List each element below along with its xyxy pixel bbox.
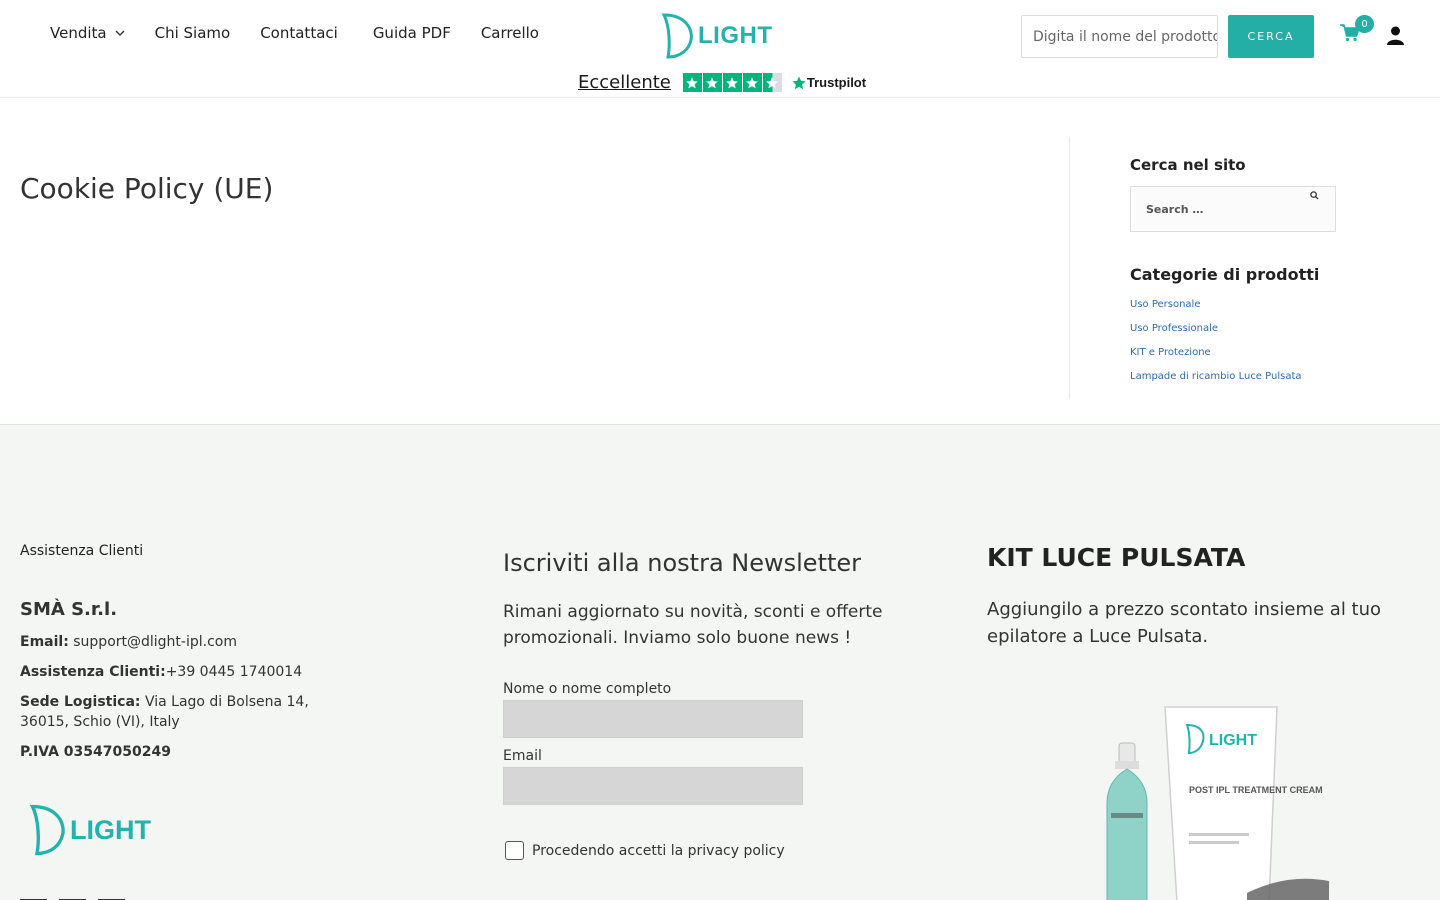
nav-chi-siamo[interactable]: Chi Siamo bbox=[155, 24, 231, 42]
sidebar-divider bbox=[1069, 137, 1070, 399]
chevron-down-icon bbox=[115, 30, 125, 36]
sidebar: Cerca nel sito Search … Categorie di pro… bbox=[1130, 156, 1340, 395]
name-field[interactable] bbox=[503, 700, 803, 738]
star-icon bbox=[702, 73, 722, 92]
address-label: Sede Logistica: bbox=[20, 694, 141, 710]
newsletter-column: Iscriviti alla nostra Newsletter Rimani … bbox=[503, 549, 923, 860]
page-title: Cookie Policy (UE) bbox=[20, 172, 274, 205]
privacy-checkbox[interactable] bbox=[505, 841, 524, 860]
kit-product-text: POST IPL TREATMENT CREAM bbox=[1189, 785, 1323, 795]
kit-product-image[interactable]: LIGHT POST IPL TREATMENT CREAM bbox=[1097, 703, 1337, 900]
category-link[interactable]: KIT e Protezione bbox=[1130, 347, 1340, 358]
footer-logo-text: LIGHT bbox=[70, 814, 151, 845]
sidebar-search-heading: Cerca nel sito bbox=[1130, 156, 1246, 174]
search-icon[interactable] bbox=[1310, 191, 1319, 200]
name-field-label: Nome o nome completo bbox=[503, 681, 672, 697]
sidebar-search-placeholder: Search … bbox=[1146, 202, 1204, 216]
main-nav: Vendita Chi Siamo Contattaci Guida PDF C… bbox=[50, 24, 569, 42]
site-footer: Assistenza Clienti SMÀ S.r.l. Email: sup… bbox=[0, 424, 1440, 900]
sidebar-search-input[interactable]: Search … bbox=[1130, 186, 1336, 232]
email-label: Email: bbox=[20, 634, 69, 650]
privacy-consent: Procedendo accetti la privacy policy bbox=[503, 841, 923, 860]
nav-label: Contattaci bbox=[260, 24, 338, 42]
phone-value[interactable]: +39 0445 1740014 bbox=[166, 664, 302, 680]
footer-contact-column: Assistenza Clienti SMÀ S.r.l. Email: sup… bbox=[20, 543, 340, 772]
nav-vendita[interactable]: Vendita bbox=[50, 24, 125, 42]
trustpilot-brand-text: Trustpilot bbox=[806, 75, 867, 90]
category-link[interactable]: Uso Professionale bbox=[1130, 323, 1340, 334]
star-icon bbox=[722, 73, 742, 92]
vat-line: P.IVA 03547050249 bbox=[20, 742, 340, 762]
user-account-icon[interactable] bbox=[1386, 26, 1405, 49]
nav-label: Vendita bbox=[50, 24, 107, 42]
email-line: Email: support@dlight-ipl.com bbox=[20, 632, 340, 652]
trustpilot-rating-label: Eccellente bbox=[578, 72, 671, 93]
category-link[interactable]: Lampade di ricambio Luce Pulsata bbox=[1130, 371, 1340, 382]
logo-mark-icon bbox=[29, 804, 65, 856]
logo-text: LIGHT bbox=[698, 22, 773, 49]
categories-heading: Categorie di prodotti bbox=[1130, 265, 1320, 284]
trustpilot-stars bbox=[682, 73, 783, 92]
footer-logo[interactable]: LIGHT bbox=[28, 803, 151, 857]
newsletter-description: Rimani aggiornato su novità, sconti e of… bbox=[503, 602, 883, 648]
vat-value: P.IVA 03547050249 bbox=[20, 744, 171, 760]
cart-count-badge: 0 bbox=[1355, 15, 1374, 33]
assistance-link[interactable]: Assistenza Clienti bbox=[20, 543, 340, 559]
nav-guida-pdf[interactable]: Guida PDF bbox=[373, 24, 451, 42]
star-half-icon bbox=[762, 73, 782, 92]
address-line: Sede Logistica: Via Lago di Bolsena 14, … bbox=[20, 692, 340, 732]
nav-carrello[interactable]: Carrello bbox=[481, 24, 539, 42]
kit-column: KIT LUCE PULSATA Aggiungilo a prezzo sco… bbox=[987, 543, 1407, 900]
trustpilot-widget[interactable]: Eccellente Trustpilot bbox=[578, 72, 866, 93]
email-value[interactable]: support@dlight-ipl.com bbox=[73, 634, 237, 650]
phone-label: Assistenza Clienti: bbox=[20, 664, 166, 680]
nav-label: Guida PDF bbox=[372, 24, 451, 42]
product-search-input[interactable]: Digita il nome del prodotto bbox=[1021, 15, 1218, 58]
phone-line: Assistenza Clienti:+39 0445 1740014 bbox=[20, 662, 340, 682]
kit-description: Aggiungilo a prezzo scontato insieme al … bbox=[987, 599, 1382, 647]
newsletter-title: Iscriviti alla nostra Newsletter bbox=[503, 549, 862, 577]
star-icon bbox=[682, 73, 702, 92]
privacy-label: Procedendo accetti la privacy policy bbox=[532, 842, 785, 859]
trustpilot-star-icon bbox=[792, 75, 806, 89]
email-field-label: Email bbox=[503, 748, 542, 764]
nav-label: Chi Siamo bbox=[154, 24, 231, 42]
search-placeholder: Digita il nome del prodotto bbox=[1033, 28, 1218, 45]
category-link[interactable]: Uso Personale bbox=[1130, 299, 1340, 310]
kit-product-brand: LIGHT bbox=[1209, 732, 1257, 749]
company-name: SMÀ S.r.l. bbox=[20, 599, 118, 620]
logo-mark-icon bbox=[661, 13, 693, 59]
site-header: Vendita Chi Siamo Contattaci Guida PDF C… bbox=[0, 0, 1440, 98]
kit-title: KIT LUCE PULSATA bbox=[987, 543, 1246, 572]
star-icon bbox=[742, 73, 762, 92]
search-button[interactable]: CERCA bbox=[1228, 15, 1314, 58]
site-logo[interactable]: LIGHT bbox=[660, 12, 773, 60]
nav-label: Carrello bbox=[480, 24, 539, 42]
company-info: Email: support@dlight-ipl.com Assistenza… bbox=[20, 632, 340, 762]
nav-contattaci[interactable]: Contattaci bbox=[260, 24, 338, 42]
category-list: Uso Personale Uso Professionale KIT e Pr… bbox=[1130, 299, 1340, 382]
trustpilot-brand: Trustpilot bbox=[791, 75, 866, 91]
email-field[interactable] bbox=[503, 767, 803, 805]
